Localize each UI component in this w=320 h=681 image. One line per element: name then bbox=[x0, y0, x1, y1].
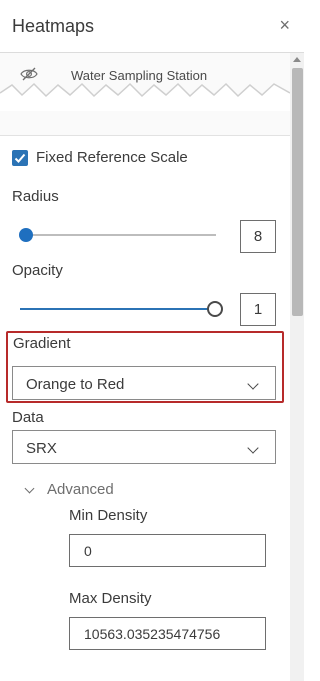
layer-strip: Water Sampling Station bbox=[0, 53, 290, 135]
radius-slider-track[interactable] bbox=[26, 234, 216, 236]
max-density-value: 10563.035235474756 bbox=[84, 626, 221, 642]
panel-header: Heatmaps × bbox=[0, 0, 304, 53]
scrollbar-thumb[interactable] bbox=[292, 68, 303, 316]
divider bbox=[0, 135, 290, 136]
opacity-slider-track[interactable] bbox=[20, 308, 210, 310]
data-selected-value: SRX bbox=[26, 440, 57, 457]
opacity-value-input[interactable]: 1 bbox=[240, 293, 276, 326]
min-density-input[interactable]: 0 bbox=[69, 534, 266, 567]
gradient-select[interactable]: Orange to Red bbox=[12, 366, 276, 400]
eye-hidden-icon[interactable] bbox=[20, 66, 38, 82]
panel-title: Heatmaps bbox=[12, 16, 95, 36]
data-label: Data bbox=[12, 409, 44, 426]
gradient-label: Gradient bbox=[13, 335, 71, 352]
scroll-up-icon[interactable] bbox=[293, 57, 301, 62]
max-density-label: Max Density bbox=[69, 590, 152, 607]
min-density-value: 0 bbox=[84, 543, 92, 559]
torn-edge-divider bbox=[0, 82, 290, 111]
advanced-toggle[interactable]: Advanced bbox=[47, 481, 114, 498]
radius-slider-thumb[interactable] bbox=[19, 228, 33, 242]
close-icon[interactable]: × bbox=[279, 16, 290, 34]
fixed-reference-scale-label: Fixed Reference Scale bbox=[36, 149, 188, 166]
fixed-reference-scale-checkbox[interactable] bbox=[12, 150, 28, 166]
gradient-selected-value: Orange to Red bbox=[26, 376, 125, 393]
chevron-down-icon bbox=[247, 442, 259, 454]
opacity-slider-thumb[interactable] bbox=[207, 301, 223, 317]
opacity-label: Opacity bbox=[12, 262, 63, 279]
advanced-chevron-icon[interactable] bbox=[24, 483, 35, 494]
max-density-input[interactable]: 10563.035235474756 bbox=[69, 617, 266, 650]
radius-label: Radius bbox=[12, 188, 59, 205]
data-select[interactable]: SRX bbox=[12, 430, 276, 464]
radius-value-input[interactable]: 8 bbox=[240, 220, 276, 253]
min-density-label: Min Density bbox=[69, 507, 148, 524]
chevron-down-icon bbox=[247, 378, 259, 390]
check-icon bbox=[14, 153, 26, 163]
